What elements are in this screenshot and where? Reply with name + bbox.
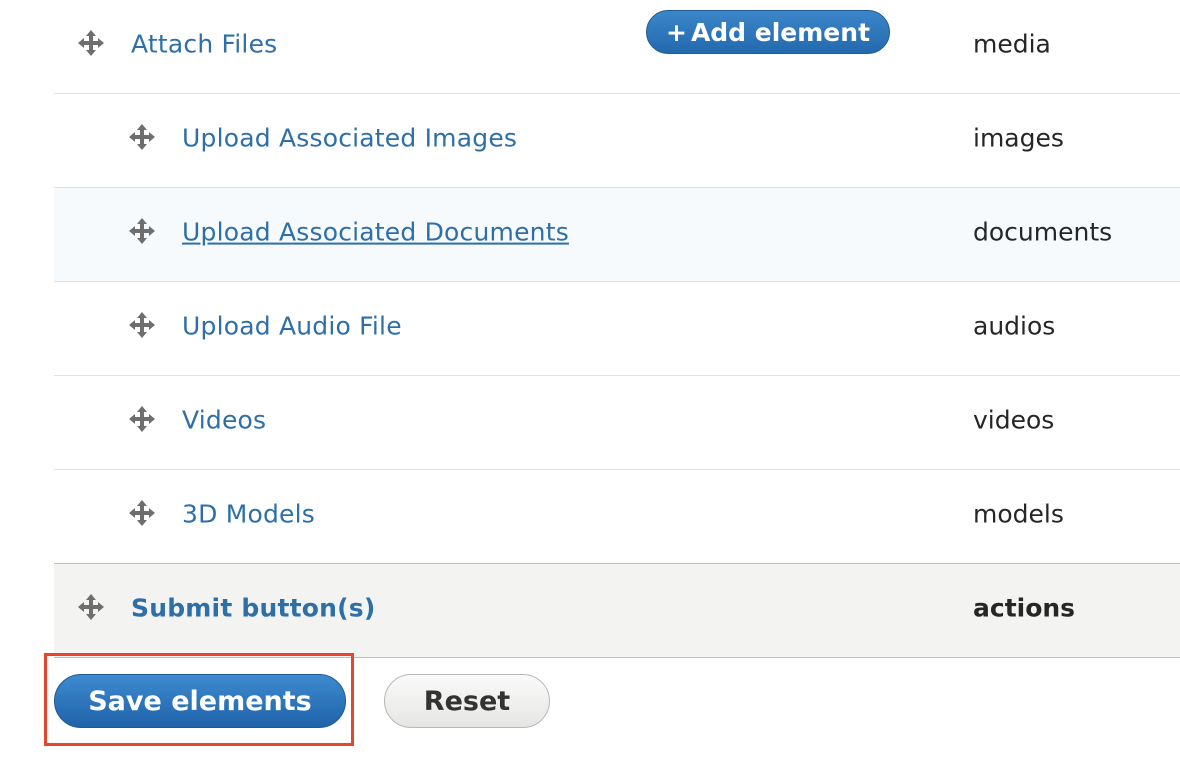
element-title-link[interactable]: Attach Files xyxy=(131,29,277,58)
drag-handle-icon[interactable] xyxy=(128,217,156,245)
element-key: audios xyxy=(973,311,1056,341)
element-title-link[interactable]: Videos xyxy=(182,405,266,434)
drag-handle-icon[interactable] xyxy=(77,593,105,621)
drag-handle-icon[interactable] xyxy=(128,311,156,339)
elements-table: Attach Files + Add element media Upload … xyxy=(54,0,1180,658)
table-row: Upload Associated Documents documents xyxy=(54,188,1180,282)
element-title-link[interactable]: Submit button(s) xyxy=(131,593,375,622)
drag-handle-icon[interactable] xyxy=(77,29,105,57)
table-row: Upload Audio File audios xyxy=(54,282,1180,376)
element-key: documents xyxy=(973,217,1113,247)
element-title-link[interactable]: 3D Models xyxy=(182,499,315,528)
table-row: Attach Files + Add element media xyxy=(54,0,1180,94)
drag-handle-icon[interactable] xyxy=(128,499,156,527)
table-row: Submit button(s) actions xyxy=(54,563,1180,658)
element-key: actions xyxy=(973,593,1076,623)
plus-icon: + xyxy=(665,17,687,47)
save-elements-button[interactable]: Save elements xyxy=(54,674,346,728)
drag-handle-icon[interactable] xyxy=(128,405,156,433)
element-key: models xyxy=(973,499,1064,529)
table-row: Upload Associated Images images xyxy=(54,94,1180,188)
add-element-button[interactable]: + Add element xyxy=(646,10,890,54)
table-row: 3D Models models xyxy=(54,470,1180,563)
reset-button[interactable]: Reset xyxy=(384,674,550,728)
element-key: media xyxy=(973,29,1051,59)
element-key: images xyxy=(973,123,1064,153)
table-row: Videos videos xyxy=(54,376,1180,470)
drag-handle-icon[interactable] xyxy=(128,123,156,151)
add-element-label: Add element xyxy=(690,17,871,47)
element-title-link[interactable]: Upload Associated Documents xyxy=(182,217,569,246)
element-key: videos xyxy=(973,405,1055,435)
element-title-link[interactable]: Upload Audio File xyxy=(182,311,402,340)
element-title-link[interactable]: Upload Associated Images xyxy=(182,123,517,152)
